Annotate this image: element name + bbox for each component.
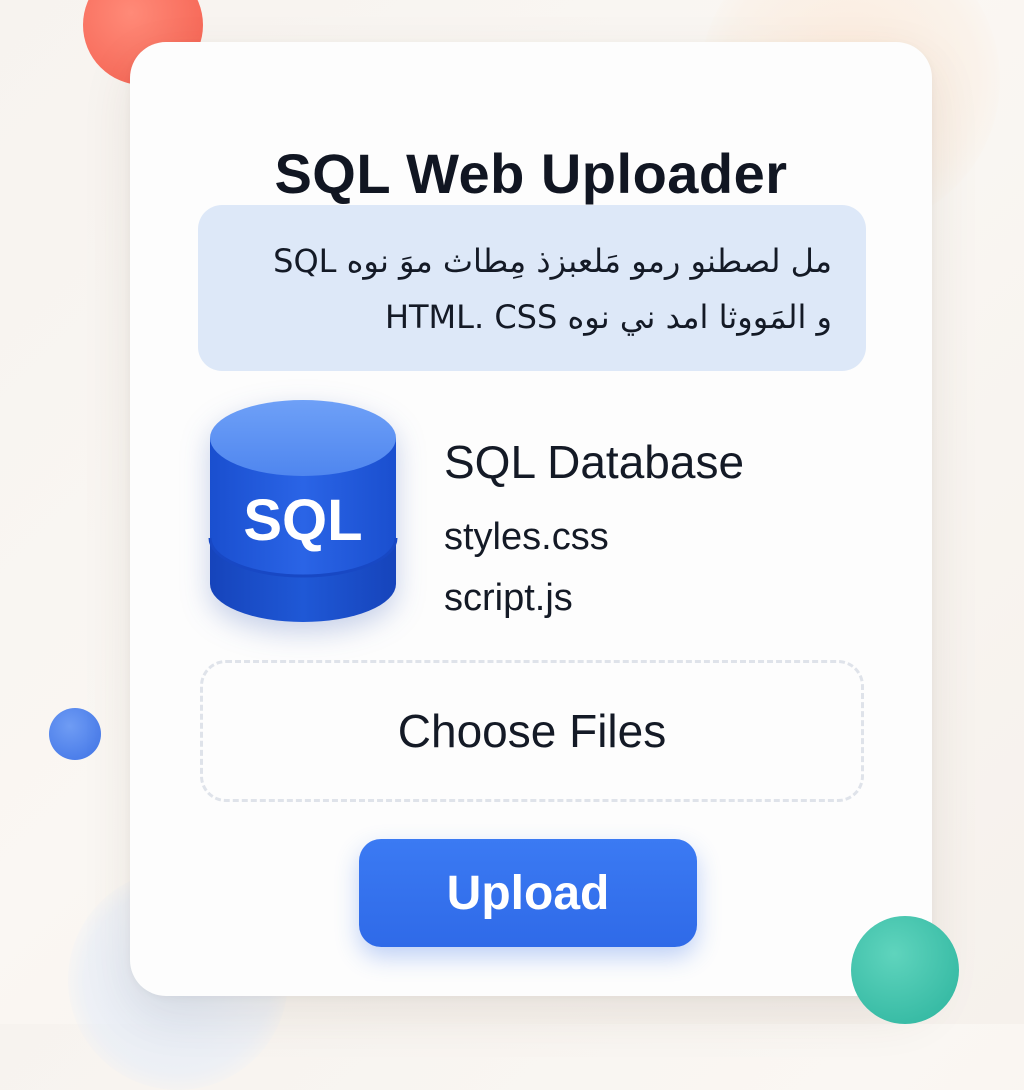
page-title: SQL Web Uploader [274,142,788,205]
uploader-card: SQL Web Uploader مل لصطنو رمو مَلعبزذ مِ… [130,42,932,996]
background-circle-teal [851,916,959,1024]
file-item-script-js: script.js [444,577,573,619]
database-icon: SQL [208,400,398,622]
background-circle-blue [49,708,101,760]
upload-button[interactable]: Upload [359,839,697,947]
info-message-line-2: و المَووثا امد ني نوه HTML. CSS [384,298,832,336]
database-icon-label: SQL [243,488,362,553]
file-item-styles-css: styles.css [444,516,609,558]
info-message-line-1: مل لصطنو رمو مَلعبزذ مِطاث موَ نوه SQL [273,242,832,280]
file-dropzone[interactable]: Choose Files [200,660,864,802]
info-message-box: مل لصطنو رمو مَلعبزذ مِطاث موَ نوه SQL و… [198,205,866,371]
database-title: SQL Database [444,436,745,488]
choose-files-label[interactable]: Choose Files [398,704,666,758]
